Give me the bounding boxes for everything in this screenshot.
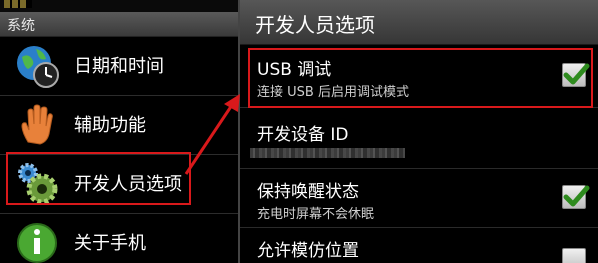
setting-title: 允许模仿位置 [257,241,359,261]
previous-item-fragment [0,0,238,12]
usb-debugging-highlight [248,48,593,108]
setting-development-device-id[interactable]: 开发设备 ID [240,108,598,169]
stay-awake-checkbox[interactable] [562,185,590,209]
info-icon [17,223,57,263]
page-title-bar: 开发人员选项 [240,0,598,45]
checkmark-icon [563,185,590,207]
page-title: 开发人员选项 [255,13,375,37]
hand-icon [21,104,53,145]
setting-title: 开发设备 ID [257,125,349,145]
setting-allow-mock-locations[interactable]: 允许模仿位置 [240,228,598,263]
setting-subtitle: 充电时屏幕不会休眠 [257,207,375,222]
settings-item-date-time[interactable]: 日期和时间 [0,37,238,96]
mock-locations-checkbox[interactable] [562,248,586,263]
annotation-arrow [184,94,240,175]
section-header-system: 系统 [0,12,238,37]
section-header-label: 系统 [7,18,35,34]
setting-stay-awake[interactable]: 保持唤醒状态 充电时屏幕不会休眠 [240,169,598,228]
developer-options-panel: 开发人员选项 USB 调试 连接 USB 后启用调试模式 开发设备 ID 保持唤… [238,0,598,263]
settings-item-label: 辅助功能 [74,115,146,136]
settings-item-about-phone[interactable]: 关于手机 [0,214,238,263]
device-id-value-redacted [250,148,405,158]
globe-clock-icon [17,46,59,88]
settings-item-label: 关于手机 [74,233,146,254]
setting-title: 保持唤醒状态 [257,182,359,202]
developer-options-highlight [6,152,191,205]
settings-item-label: 日期和时间 [74,56,164,77]
